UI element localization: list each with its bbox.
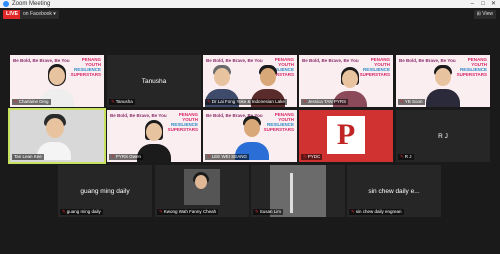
close-icon[interactable]: ✕ <box>491 0 496 8</box>
participant-name: ✎Charlaine Ding <box>12 99 51 105</box>
top-bar <box>0 8 500 22</box>
video-tile[interactable]: ✎Kwong Wah Fanny Cheah <box>155 165 249 217</box>
participant-video <box>426 65 460 107</box>
view-button[interactable]: ⊞ View <box>473 10 496 19</box>
video-tile-active-speaker[interactable]: Tan Lean Kee <box>8 108 106 164</box>
participant-name: ✎Dr Lai Fong Yoke & Indonesian Lake <box>205 99 287 105</box>
video-tile[interactable]: P ✎PYDC <box>299 110 393 162</box>
video-tile[interactable]: Be Bold, Be Brave, Be You PENANG YOUTH RES… <box>299 55 393 107</box>
muted-mic-icon: ✎ <box>255 209 259 214</box>
participant-name: ✎LEE WEI SEANG <box>205 154 250 160</box>
muted-mic-icon: ✎ <box>207 99 211 104</box>
live-destination-dropdown[interactable]: on Facebook ▾ <box>20 10 59 19</box>
video-tile[interactable]: Be Bold, Be Brave, Be You PENANG YOUTH RES… <box>203 110 297 162</box>
window-titlebar: Zoom Meeting – □ ✕ <box>0 0 500 8</box>
video-tile[interactable]: guang ming daily ✎guang ming daily <box>58 165 152 217</box>
muted-mic-icon: ✎ <box>207 154 211 159</box>
participant-name: ✎sin chew daily engrean <box>349 209 404 215</box>
video-tile[interactable]: Tanusha ✎Tanusha <box>107 55 201 107</box>
pydc-logo: P <box>327 116 365 154</box>
muted-mic-icon: ✎ <box>159 209 163 214</box>
minimize-icon[interactable]: – <box>471 0 474 8</box>
muted-mic-icon: ✎ <box>303 99 307 104</box>
window-title: Zoom Meeting <box>12 1 51 7</box>
video-tile[interactable]: Be Bold, Be Brave, Be You PENANG YOUTH RES… <box>10 55 104 107</box>
participant-photo <box>184 169 220 205</box>
live-badge[interactable]: LIVE <box>3 10 22 19</box>
participant-name: ✎Susan Lim <box>253 209 284 215</box>
muted-mic-icon: ✎ <box>14 99 18 104</box>
video-tile[interactable]: Be Bold, Be Brave, Be You PENANG YOUTH RES… <box>396 55 490 107</box>
participant-name: ✎Jessica TAN PYRS <box>301 99 349 105</box>
muted-mic-icon: ✎ <box>111 99 115 104</box>
video-tile[interactable]: Be Bold, Be Brave, Be You PENANG YOUTH RES… <box>107 110 201 162</box>
participant-name: ✎YB Soon <box>398 99 425 105</box>
video-tile[interactable]: ✎Susan Lim <box>251 165 345 217</box>
participant-name: ✎PYDC <box>301 154 323 160</box>
participant-name: ✎guang ming daily <box>60 209 103 215</box>
participant-name: Tan Lean Kee <box>12 154 44 160</box>
muted-mic-icon: ✎ <box>111 154 115 159</box>
participant-name: ✎R J <box>398 154 414 160</box>
maximize-icon[interactable]: □ <box>481 0 485 8</box>
muted-mic-icon: ✎ <box>400 154 404 159</box>
video-tile[interactable]: sin chew daily e... ✎sin chew daily engr… <box>347 165 441 217</box>
muted-mic-icon: ✎ <box>62 209 66 214</box>
zoom-app-icon <box>3 1 9 7</box>
video-tile[interactable]: Be Bold, Be Brave, Be You PENANG YOUTH RES… <box>203 55 297 107</box>
participant-name: ✎PYRS Gwen <box>109 154 144 160</box>
video-tile[interactable]: R J ✎R J <box>396 110 490 162</box>
muted-mic-icon: ✎ <box>303 154 307 159</box>
muted-mic-icon: ✎ <box>400 99 404 104</box>
participant-name: ✎Tanusha <box>109 99 135 105</box>
muted-mic-icon: ✎ <box>351 209 355 214</box>
banner-title: PENANG YOUTH RESILIENCE SUPERSTARS <box>70 57 101 77</box>
participant-name: ✎Kwong Wah Fanny Cheah <box>157 209 219 215</box>
